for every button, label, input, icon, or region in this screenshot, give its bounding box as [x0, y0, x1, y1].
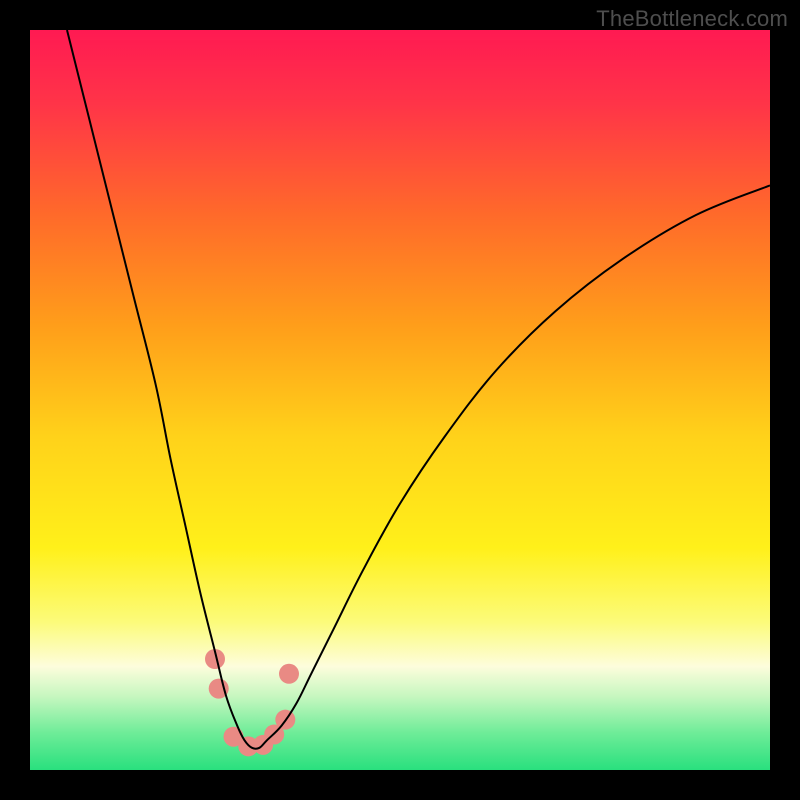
chart-frame: TheBottleneck.com	[0, 0, 800, 800]
marker-dot	[279, 664, 299, 684]
bottleneck-chart	[30, 30, 770, 770]
plot-area	[30, 30, 770, 770]
gradient-background	[30, 30, 770, 770]
watermark-text: TheBottleneck.com	[596, 6, 788, 32]
